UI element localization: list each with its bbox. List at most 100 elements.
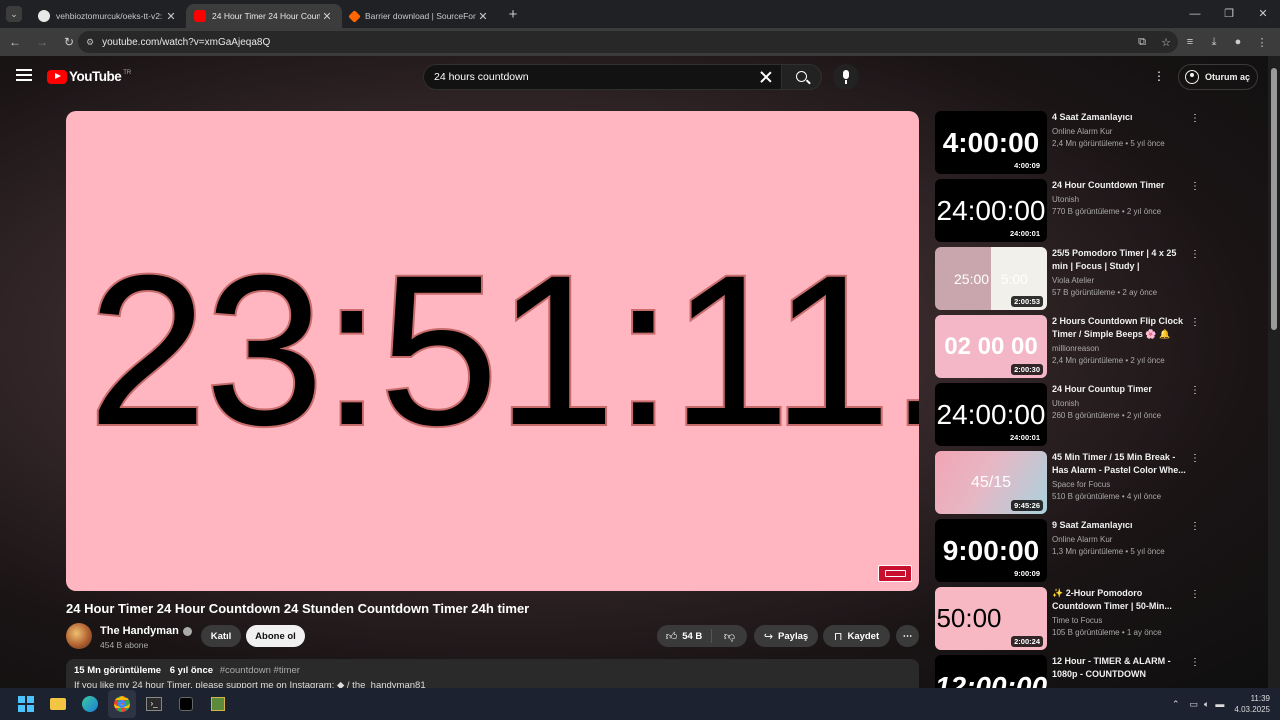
app-icon-green[interactable]: [204, 690, 232, 718]
rec-channel: Online Alarm Kur: [1052, 535, 1113, 544]
forward-icon[interactable]: →: [30, 35, 54, 49]
recommendations-list: 4:00:00 4:00:09 4 Saat Zamanlayıcı Onlin…: [935, 111, 1205, 688]
rec-thumbnail[interactable]: 24:00:00 24:00:01: [935, 179, 1047, 242]
scrollbar-thumb[interactable]: [1271, 68, 1277, 330]
close-icon[interactable]: ✕: [164, 10, 178, 23]
rec-thumbnail[interactable]: 12:00:00: [935, 655, 1047, 688]
rec-title: 2 Hours Countdown Flip Clock Timer / Sim…: [1052, 316, 1183, 339]
rec-item[interactable]: 25:00 5:00 2:00:53 25/5 Pomodoro Timer |…: [935, 247, 1205, 315]
page-scrollbar[interactable]: [1268, 56, 1280, 688]
account-icon: [1185, 70, 1199, 84]
file-explorer-icon[interactable]: [44, 690, 72, 718]
action-menu-icon[interactable]: ⋮: [1190, 249, 1200, 260]
rec-channel: millionreason: [1052, 344, 1100, 353]
signin-button[interactable]: Oturum aç: [1178, 64, 1258, 90]
youtube-logo[interactable]: YouTube TR: [47, 69, 131, 84]
clear-search-icon[interactable]: [757, 68, 775, 86]
site-info-icon[interactable]: ⚙: [86, 37, 94, 48]
action-menu-icon[interactable]: ⋮: [1190, 453, 1200, 464]
battery-icon[interactable]: ▬: [1215, 699, 1224, 709]
rec-thumbnail[interactable]: 9:00:00 9:00:09: [935, 519, 1047, 582]
rec-thumbnail[interactable]: 4:00:00 4:00:09: [935, 111, 1047, 174]
action-menu-icon[interactable]: ⋮: [1190, 521, 1200, 532]
join-button[interactable]: Katıl: [201, 625, 241, 647]
share-button[interactable]: ↪ Paylaş: [754, 625, 818, 647]
tray-overflow-icon[interactable]: ⌃: [1172, 699, 1180, 710]
edge-icon[interactable]: [76, 690, 104, 718]
subscribe-button[interactable]: Abone ol: [246, 625, 305, 647]
rec-thumbnail[interactable]: 50:00 2:00:24: [935, 587, 1047, 650]
start-button[interactable]: [12, 690, 40, 718]
video-owner-row: The Handyman 454 B abone Katıl Abone ol …: [66, 623, 919, 651]
action-menu-icon[interactable]: ⋮: [1190, 589, 1200, 600]
install-app-icon[interactable]: ⧉: [1130, 36, 1154, 49]
rec-item[interactable]: 50:00 2:00:24 ✨ 2-Hour Pomodoro Countdow…: [935, 587, 1205, 655]
save-button[interactable]: ⊓ Kaydet: [823, 625, 890, 647]
dislike-button[interactable]: 👎︎: [712, 630, 747, 643]
media-control-icon[interactable]: ≡: [1178, 36, 1202, 48]
youtube-play-icon: [47, 69, 67, 84]
description-box[interactable]: 15 Mn görüntüleme 6 yıl önce #countdown …: [66, 659, 919, 688]
search-button[interactable]: [782, 64, 822, 90]
action-menu-icon[interactable]: ⋮: [1190, 181, 1200, 192]
clock[interactable]: 11:39 4.03.2025: [1234, 693, 1270, 715]
logo-wordmark: YouTube: [69, 69, 122, 84]
action-menu-icon[interactable]: ⋮: [1190, 657, 1200, 668]
rec-channel: Space for Focus: [1052, 480, 1111, 489]
rec-thumbnail[interactable]: 24:00:00 24:00:01: [935, 383, 1047, 446]
rec-item[interactable]: 9:00:00 9:00:09 9 Saat Zamanlayıcı Onlin…: [935, 519, 1205, 587]
restore-icon[interactable]: ❐: [1212, 0, 1246, 28]
action-menu-icon[interactable]: ⋮: [1190, 317, 1200, 328]
menu-dots-icon[interactable]: ⋮: [1250, 36, 1274, 49]
menu-icon[interactable]: [16, 69, 32, 81]
app-icon-black[interactable]: [172, 690, 200, 718]
rec-title: 9 Saat Zamanlayıcı: [1052, 520, 1133, 530]
browser-tab-github[interactable]: vehbioztomurcuk/oeks-tt-v2: ... ✕: [30, 4, 186, 28]
network-icon[interactable]: ▭: [1189, 699, 1198, 710]
rec-item[interactable]: 02 00 00 2:00:30 2 Hours Countdown Flip …: [935, 315, 1205, 383]
channel-name[interactable]: The Handyman: [100, 625, 192, 637]
back-icon[interactable]: ←: [3, 35, 27, 49]
profile-icon[interactable]: ●: [1226, 36, 1250, 48]
masthead: YouTube TR 24 hours countdown ⋮ Oturum a…: [0, 56, 1268, 98]
chrome-icon[interactable]: [108, 690, 136, 718]
voice-search-icon[interactable]: [833, 64, 859, 90]
window-controls: — ❐ ✕: [1178, 0, 1280, 28]
terminal-icon[interactable]: ›_: [140, 690, 168, 718]
volume-icon[interactable]: 🔈︎: [1204, 699, 1209, 710]
rec-thumbnail[interactable]: 25:00 5:00 2:00:53: [935, 247, 1047, 310]
rec-item[interactable]: 24:00:00 24:00:01 24 Hour Countdown Time…: [935, 179, 1205, 247]
bookmark-star-icon[interactable]: ☆: [1154, 36, 1178, 49]
browser-tab-sourceforge[interactable]: Barrier download | SourceForge... ✕: [342, 4, 498, 28]
more-actions-button[interactable]: ⋯: [896, 625, 919, 647]
close-window-icon[interactable]: ✕: [1246, 0, 1280, 28]
download-icon[interactable]: ⤓: [1202, 36, 1226, 49]
close-icon[interactable]: ✕: [320, 10, 334, 23]
thumb-text: 24:00:00: [936, 398, 1046, 430]
new-tab-button[interactable]: +: [504, 6, 522, 23]
rec-item[interactable]: 4:00:00 4:00:09 4 Saat Zamanlayıcı Onlin…: [935, 111, 1205, 179]
action-menu-icon[interactable]: ⋮: [1190, 385, 1200, 396]
rec-item[interactable]: 12:00:00 12 Hour - TIMER & ALARM - 1080p…: [935, 655, 1205, 688]
channel-avatar[interactable]: [66, 623, 92, 649]
rec-item[interactable]: 24:00:00 24:00:01 24 Hour Countup Timer …: [935, 383, 1205, 451]
like-button[interactable]: 👍︎ 54 B: [657, 629, 712, 643]
minimize-icon[interactable]: —: [1178, 0, 1212, 28]
address-bar[interactable]: ⚙ youtube.com/watch?v=xmGaAjeqa8Q: [78, 31, 1178, 53]
view-count: 15 Mn görüntüleme: [74, 665, 162, 676]
hashtags[interactable]: #countdown #timer: [220, 665, 300, 676]
rec-title: 4 Saat Zamanlayıcı: [1052, 112, 1133, 122]
search-input[interactable]: 24 hours countdown: [423, 64, 782, 90]
tab-title: 24 Hour Timer 24 Hour Countd...: [212, 11, 320, 21]
video-player[interactable]: 23:51:11.: [66, 111, 919, 591]
channel-watermark-icon[interactable]: [878, 565, 912, 582]
browser-tab-youtube[interactable]: 24 Hour Timer 24 Hour Countd... ✕: [186, 4, 342, 28]
rec-thumbnail[interactable]: 45/15 9:45:26: [935, 451, 1047, 514]
close-icon[interactable]: ✕: [476, 10, 490, 23]
rec-item[interactable]: 45/15 9:45:26 45 Min Timer / 15 Min Brea…: [935, 451, 1205, 519]
tab-search-icon[interactable]: ⌄: [6, 6, 22, 22]
action-menu-icon[interactable]: ⋮: [1190, 113, 1200, 124]
rec-thumbnail[interactable]: 02 00 00 2:00:30: [935, 315, 1047, 378]
settings-more-icon[interactable]: ⋮: [1152, 69, 1166, 83]
taskbar: ›_ ⌃ ▭ 🔈︎ ▬ 11:39 4.03.2025: [0, 688, 1280, 720]
